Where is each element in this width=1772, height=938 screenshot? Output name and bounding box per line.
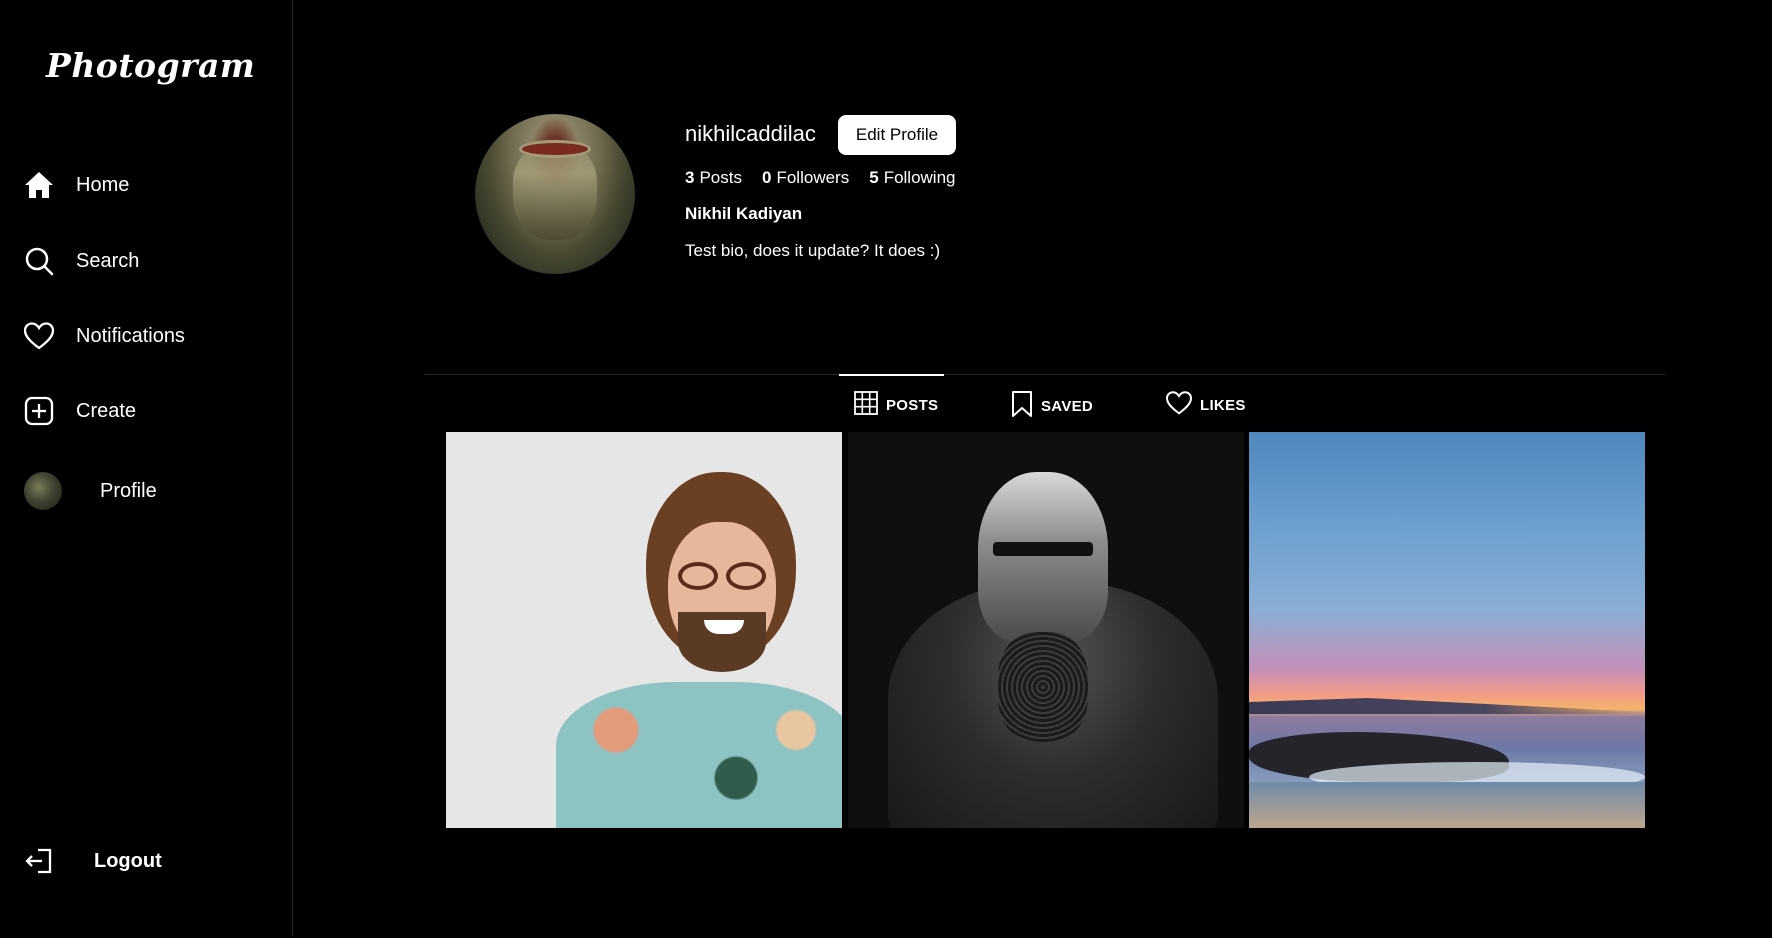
post-thumbnail[interactable] xyxy=(848,432,1244,828)
search-icon xyxy=(24,246,54,276)
sidebar-item-label: Create xyxy=(76,399,137,422)
post-thumbnail[interactable] xyxy=(1249,432,1645,828)
pot-image xyxy=(513,144,597,240)
sidebar: Photogram Home Search Notifications Crea… xyxy=(0,0,293,935)
heart-icon xyxy=(1166,391,1192,419)
home-icon xyxy=(24,170,54,200)
tabs-divider xyxy=(425,374,1665,375)
profile-full-name: Nikhil Kadiyan xyxy=(685,204,803,223)
shirt xyxy=(556,682,842,828)
tab-label: SAVED xyxy=(1041,397,1094,415)
sidebar-item-profile[interactable]: Profile xyxy=(24,472,157,510)
beach-sand xyxy=(1249,782,1645,828)
heart-icon xyxy=(24,321,54,351)
tab-posts[interactable]: POSTS xyxy=(854,391,938,419)
logout-icon xyxy=(24,846,54,876)
distant-hills xyxy=(1249,698,1645,714)
plus-square-icon xyxy=(24,396,54,426)
knight-visor xyxy=(993,542,1093,556)
knight-helmet xyxy=(978,472,1108,642)
tab-saved[interactable]: SAVED xyxy=(1011,391,1093,421)
glasses xyxy=(674,562,770,590)
sidebar-item-label: Notifications xyxy=(76,324,185,347)
grid-icon xyxy=(854,391,878,419)
sidebar-item-label: Profile xyxy=(100,479,157,502)
profile-bio: Test bio, does it update? It does :) xyxy=(685,241,941,260)
followers-stat[interactable]: 0 Followers xyxy=(762,168,849,188)
edit-profile-button[interactable]: Edit Profile xyxy=(838,115,956,155)
knight-chainmail xyxy=(998,632,1088,742)
sidebar-item-search[interactable]: Search xyxy=(24,246,139,276)
profile-username: nikhilcaddilac xyxy=(685,121,816,146)
sidebar-item-label: Search xyxy=(76,249,140,272)
sidebar-item-notifications[interactable]: Notifications xyxy=(24,321,185,351)
following-stat[interactable]: 5 Following xyxy=(869,168,955,188)
profile-avatar xyxy=(475,114,635,274)
post-thumbnail[interactable] xyxy=(446,432,842,828)
active-tab-indicator xyxy=(839,374,944,376)
logout-button[interactable]: Logout xyxy=(24,846,162,876)
app-logo[interactable]: Photogram xyxy=(46,46,255,85)
sidebar-item-create[interactable]: Create xyxy=(24,396,136,426)
bookmark-icon xyxy=(1011,391,1033,421)
posts-stat: 3 Posts xyxy=(685,168,742,187)
pot-rim xyxy=(519,140,591,158)
profile-stats: 3 Posts 0 Followers 5 Following xyxy=(685,168,956,188)
sidebar-item-home[interactable]: Home xyxy=(24,170,129,200)
tab-label: POSTS xyxy=(886,396,939,414)
sidebar-item-label: Home xyxy=(76,173,130,196)
tab-label: LIKES xyxy=(1200,396,1246,414)
logout-label: Logout xyxy=(94,849,162,872)
tab-likes[interactable]: LIKES xyxy=(1166,391,1246,419)
avatar xyxy=(24,472,62,510)
